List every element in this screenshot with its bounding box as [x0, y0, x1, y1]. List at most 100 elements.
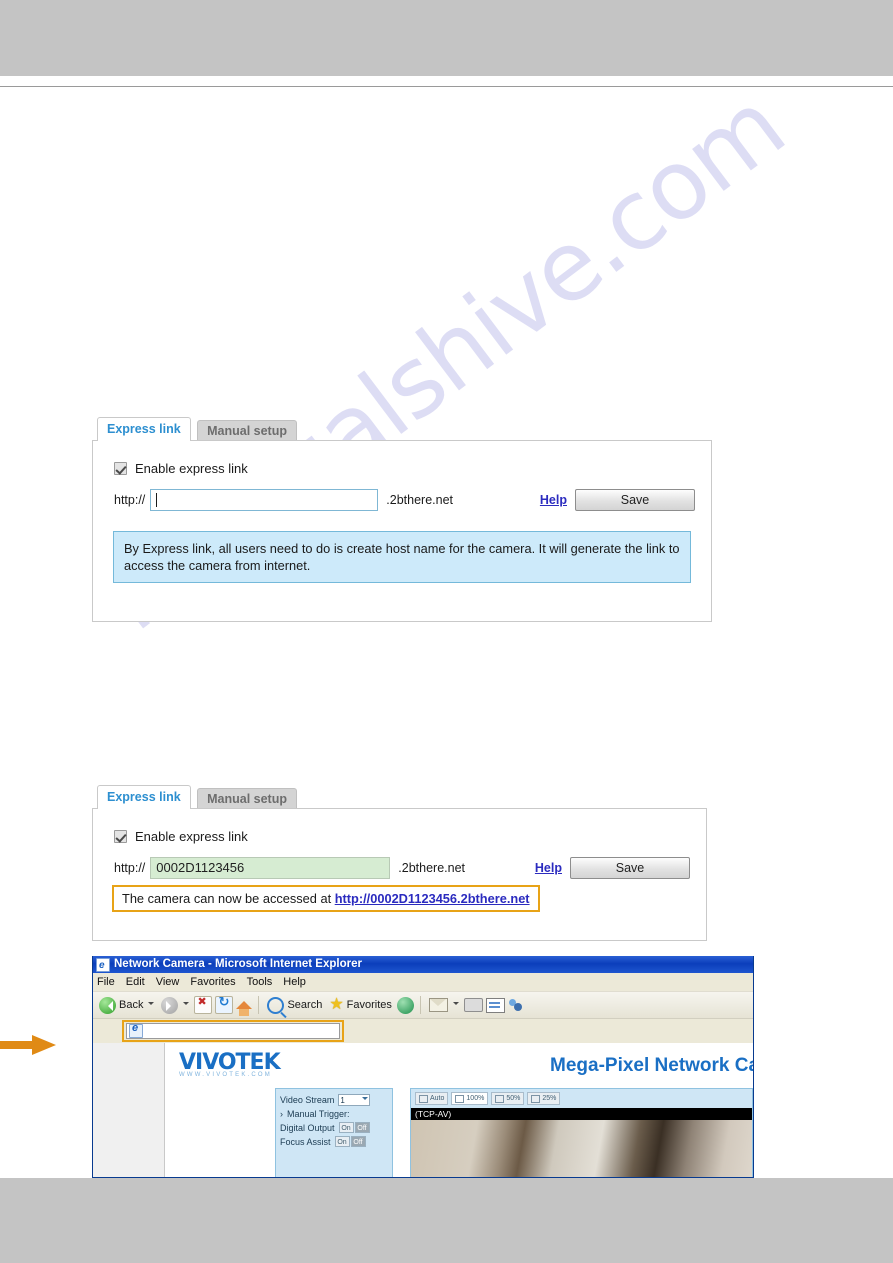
- toolbar-divider-2: [419, 996, 421, 1014]
- zoom-100-label: 100%: [466, 1094, 485, 1102]
- forward-button[interactable]: [159, 996, 191, 1014]
- internet-explorer-window: Network Camera - Microsoft Internet Expl…: [92, 956, 754, 1178]
- favorites-button[interactable]: ★ Favorites: [327, 997, 394, 1013]
- enable-express-link-checkbox[interactable]: [114, 461, 127, 475]
- enable-express-link-label: Enable express link: [135, 460, 248, 476]
- zoom-button-50[interactable]: 50%: [491, 1092, 525, 1105]
- media-globe-icon[interactable]: [396, 996, 414, 1014]
- search-icon: [267, 996, 285, 1014]
- tab-express-link[interactable]: Express link: [97, 417, 191, 441]
- focus-assist-off[interactable]: Off: [350, 1136, 366, 1147]
- page-title: Mega-Pixel Network Camera: [550, 1055, 753, 1076]
- save-button-2[interactable]: Save: [570, 857, 690, 879]
- ie-address-bar: [93, 1019, 753, 1043]
- focus-assist-toggle[interactable]: On Off: [334, 1136, 366, 1147]
- control-focus-assist[interactable]: Focus Assist On Off: [280, 1136, 388, 1147]
- host-name-row-empty: http:// .2bthere.net Help Save: [114, 487, 695, 513]
- tab-manual-setup-2[interactable]: Manual setup: [197, 788, 297, 809]
- protocol-label-2: http://: [114, 861, 146, 875]
- control-digital-output[interactable]: Digital Output On Off: [280, 1122, 388, 1133]
- host-name-input[interactable]: [150, 489, 379, 511]
- help-link-2[interactable]: Help: [535, 861, 562, 875]
- text-caret: [156, 493, 158, 508]
- tab-bar-empty: Express link Manual setup: [97, 417, 712, 441]
- vivotek-logo: VIVOTEK WWW.VIVOTEK.COM: [179, 1050, 287, 1080]
- forward-history-chevron-down-icon[interactable]: [183, 1002, 190, 1008]
- menu-item-help[interactable]: Help: [283, 976, 306, 988]
- tab-express-link-2[interactable]: Express link: [97, 785, 191, 809]
- focus-assist-on[interactable]: On: [334, 1136, 350, 1147]
- home-icon[interactable]: [236, 1001, 253, 1016]
- enable-express-link-checkbox-2[interactable]: [114, 829, 127, 843]
- zoom-icon-2: [455, 1094, 465, 1103]
- domain-suffix-label-2: .2bthere.net: [398, 861, 465, 875]
- favorites-button-label: Favorites: [346, 999, 392, 1011]
- zoom-icon-3: [495, 1094, 505, 1103]
- edit-icon[interactable]: [485, 997, 505, 1013]
- zoom-auto-label: Auto: [430, 1094, 445, 1102]
- back-history-chevron-down-icon[interactable]: [148, 1002, 155, 1008]
- enable-express-link-label-2: Enable express link: [135, 828, 248, 844]
- toolbar-divider: [258, 996, 260, 1014]
- address-input[interactable]: [126, 1022, 340, 1039]
- zoom-button-auto[interactable]: Auto: [415, 1092, 449, 1105]
- menu-item-favorites[interactable]: Favorites: [190, 976, 235, 988]
- digital-output-label: Digital Output: [280, 1122, 335, 1133]
- tab-manual-setup[interactable]: Manual setup: [197, 420, 297, 441]
- host-name-row-filled: http:// 0002D1123456 .2bthere.net Help S…: [114, 855, 690, 881]
- star-icon: ★: [329, 996, 344, 1013]
- zoom-icon: [419, 1094, 428, 1103]
- print-icon[interactable]: [463, 998, 483, 1012]
- menu-item-view[interactable]: View: [156, 976, 180, 988]
- menu-item-tools[interactable]: Tools: [247, 976, 273, 988]
- zoom-button-25[interactable]: 25%: [527, 1092, 561, 1105]
- domain-suffix-label: .2bthere.net: [386, 493, 453, 507]
- back-arrow-icon: [99, 996, 116, 1014]
- page-icon: [129, 1022, 143, 1038]
- zoom-50-label: 50%: [506, 1094, 521, 1102]
- host-name-input-filled[interactable]: 0002D1123456: [150, 857, 391, 879]
- digital-output-off[interactable]: Off: [354, 1122, 370, 1133]
- camera-web-page: VIVOTEK WWW.VIVOTEK.COM Mega-Pixel Netwo…: [164, 1043, 753, 1177]
- save-button[interactable]: Save: [575, 489, 695, 511]
- video-stream-select[interactable]: 1: [338, 1094, 371, 1106]
- help-link[interactable]: Help: [540, 493, 567, 507]
- back-button[interactable]: Back: [97, 996, 156, 1014]
- zoom-button-100[interactable]: 100%: [451, 1092, 489, 1105]
- header-rule: [0, 86, 893, 87]
- messenger-icon[interactable]: [508, 998, 524, 1013]
- enable-express-link-row-2[interactable]: Enable express link: [114, 827, 690, 845]
- page-footer-band: [0, 1178, 893, 1263]
- ie-title-bar: Network Camera - Microsoft Internet Expl…: [93, 956, 753, 974]
- ie-content-area: VIVOTEK WWW.VIVOTEK.COM Mega-Pixel Netwo…: [93, 1043, 753, 1177]
- ie-toolbar: Back Search ★ Favorites: [93, 992, 753, 1019]
- mail-chevron-down-icon[interactable]: [452, 1002, 459, 1008]
- stop-icon[interactable]: [194, 995, 213, 1014]
- control-manual-trigger[interactable]: › Manual Trigger:: [280, 1109, 388, 1119]
- access-url-prefix: The camera can now be accessed at: [122, 891, 335, 906]
- refresh-icon[interactable]: [215, 994, 234, 1014]
- express-link-figure-empty: Express link Manual setup Enable express…: [92, 417, 712, 622]
- search-button[interactable]: Search: [265, 996, 324, 1014]
- access-url-link[interactable]: http://0002D1123456.2bthere.net: [335, 891, 530, 906]
- video-viewer: Auto 100% 50% 25% (TCP-AV): [410, 1088, 753, 1177]
- express-link-info-box: By Express link, all users need to do is…: [113, 531, 691, 583]
- mail-button[interactable]: [427, 998, 461, 1012]
- forward-arrow-icon: [161, 996, 179, 1014]
- protocol-label: http://: [114, 493, 146, 507]
- zoom-button-bar: Auto 100% 50% 25%: [411, 1089, 752, 1108]
- digital-output-on[interactable]: On: [338, 1122, 354, 1133]
- ie-menu-bar: File Edit View Favorites Tools Help: [93, 973, 753, 992]
- page-header-band: [0, 0, 893, 76]
- camera-control-panel: Video Stream 1 › Manual Trigger: Digital…: [275, 1088, 393, 1177]
- enable-express-link-row[interactable]: Enable express link: [114, 459, 695, 477]
- vivotek-logo-url: WWW.VIVOTEK.COM: [179, 1072, 272, 1078]
- search-button-label: Search: [287, 999, 323, 1011]
- menu-item-edit[interactable]: Edit: [126, 976, 145, 988]
- menu-item-file[interactable]: File: [97, 976, 115, 988]
- digital-output-toggle[interactable]: On Off: [338, 1122, 370, 1133]
- ie-title-text: Network Camera - Microsoft Internet Expl…: [114, 958, 362, 970]
- control-video-stream[interactable]: Video Stream 1: [280, 1094, 388, 1106]
- focus-assist-label: Focus Assist: [280, 1136, 331, 1147]
- video-stream-label: Video Stream: [280, 1095, 335, 1105]
